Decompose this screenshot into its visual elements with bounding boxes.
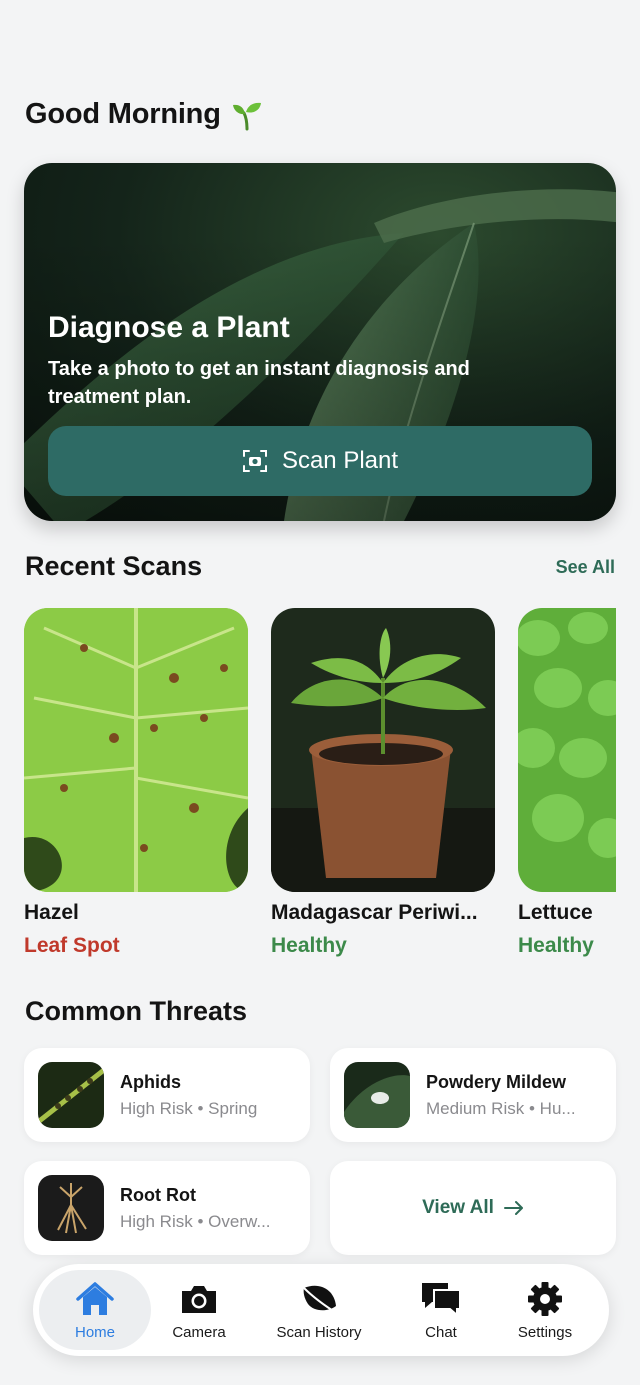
see-all-link[interactable]: See All [556, 557, 615, 578]
scan-image [518, 608, 616, 892]
tab-scan-history[interactable]: Scan History [259, 1270, 379, 1350]
scan-plant-button[interactable]: Scan Plant [48, 426, 592, 496]
threat-meta: Medium Risk • Hu... [426, 1098, 576, 1118]
bottom-tab-bar: Home Camera Scan History Chat Settings [33, 1264, 609, 1356]
tab-label: Home [74, 1323, 115, 1341]
gear-icon [528, 1281, 562, 1316]
arrow-right-icon [503, 1201, 523, 1215]
threat-name: Aphids [120, 1071, 181, 1092]
scan-image [271, 608, 495, 892]
threat-meta: High Risk • Spring [120, 1098, 258, 1118]
view-all-threats-button[interactable]: View All [330, 1161, 616, 1255]
threat-card-aphids[interactable]: Aphids High Risk • Spring [24, 1048, 310, 1142]
greeting-header: Good Morning [25, 98, 263, 131]
scan-status: Leaf Spot [24, 934, 120, 957]
camera-icon [182, 1285, 216, 1313]
scan-camera-icon [242, 450, 267, 472]
tab-label: Settings [517, 1323, 573, 1341]
seedling-icon [232, 102, 261, 130]
chat-icon [422, 1282, 461, 1317]
diagnose-card: Diagnose a Plant Take a photo to get an … [24, 163, 616, 521]
threat-card-powdery-mildew[interactable]: Powdery Mildew Medium Risk • Hu... [330, 1048, 616, 1142]
scan-card-hazel[interactable]: Hazel Leaf Spot [24, 608, 248, 958]
scan-plant-name: Madagascar Periwi... [271, 901, 478, 924]
scan-plant-label: Scan Plant [281, 447, 399, 474]
scan-card-lettuce[interactable]: Lettuce Healthy [518, 608, 616, 958]
greeting-text: Good Morning [25, 98, 221, 130]
tab-label: Chat [425, 1323, 457, 1341]
view-all-label: View All [422, 1197, 494, 1218]
leaf-icon [303, 1285, 339, 1315]
threat-meta: High Risk • Overw... [120, 1211, 271, 1231]
home-icon [76, 1281, 114, 1315]
mildew-thumbnail [344, 1062, 410, 1128]
threat-name: Root Rot [120, 1184, 196, 1205]
tab-label: Camera [172, 1323, 226, 1341]
tab-camera[interactable]: Camera [151, 1270, 247, 1350]
scan-card-periwinkle[interactable]: Madagascar Periwi... Healthy [271, 608, 495, 958]
recent-scans-title: Recent Scans [25, 551, 203, 581]
scan-status: Healthy [271, 934, 347, 957]
root-rot-thumbnail [38, 1175, 104, 1241]
scan-image [24, 608, 248, 892]
tab-home[interactable]: Home [39, 1270, 151, 1350]
hero-title: Diagnose a Plant [48, 311, 290, 344]
scan-plant-name: Hazel [24, 901, 79, 924]
threat-card-root-rot[interactable]: Root Rot High Risk • Overw... [24, 1161, 310, 1255]
hero-subtitle: Take a photo to get an instant diagnosis… [48, 358, 470, 408]
scan-status: Healthy [518, 934, 594, 957]
common-threats-title: Common Threats [25, 996, 248, 1026]
tab-chat[interactable]: Chat [393, 1270, 489, 1350]
tab-label: Scan History [276, 1323, 362, 1341]
scan-plant-name: Lettuce [518, 901, 593, 924]
threat-name: Powdery Mildew [426, 1071, 567, 1092]
tab-settings[interactable]: Settings [497, 1270, 593, 1350]
aphids-thumbnail [38, 1062, 104, 1128]
